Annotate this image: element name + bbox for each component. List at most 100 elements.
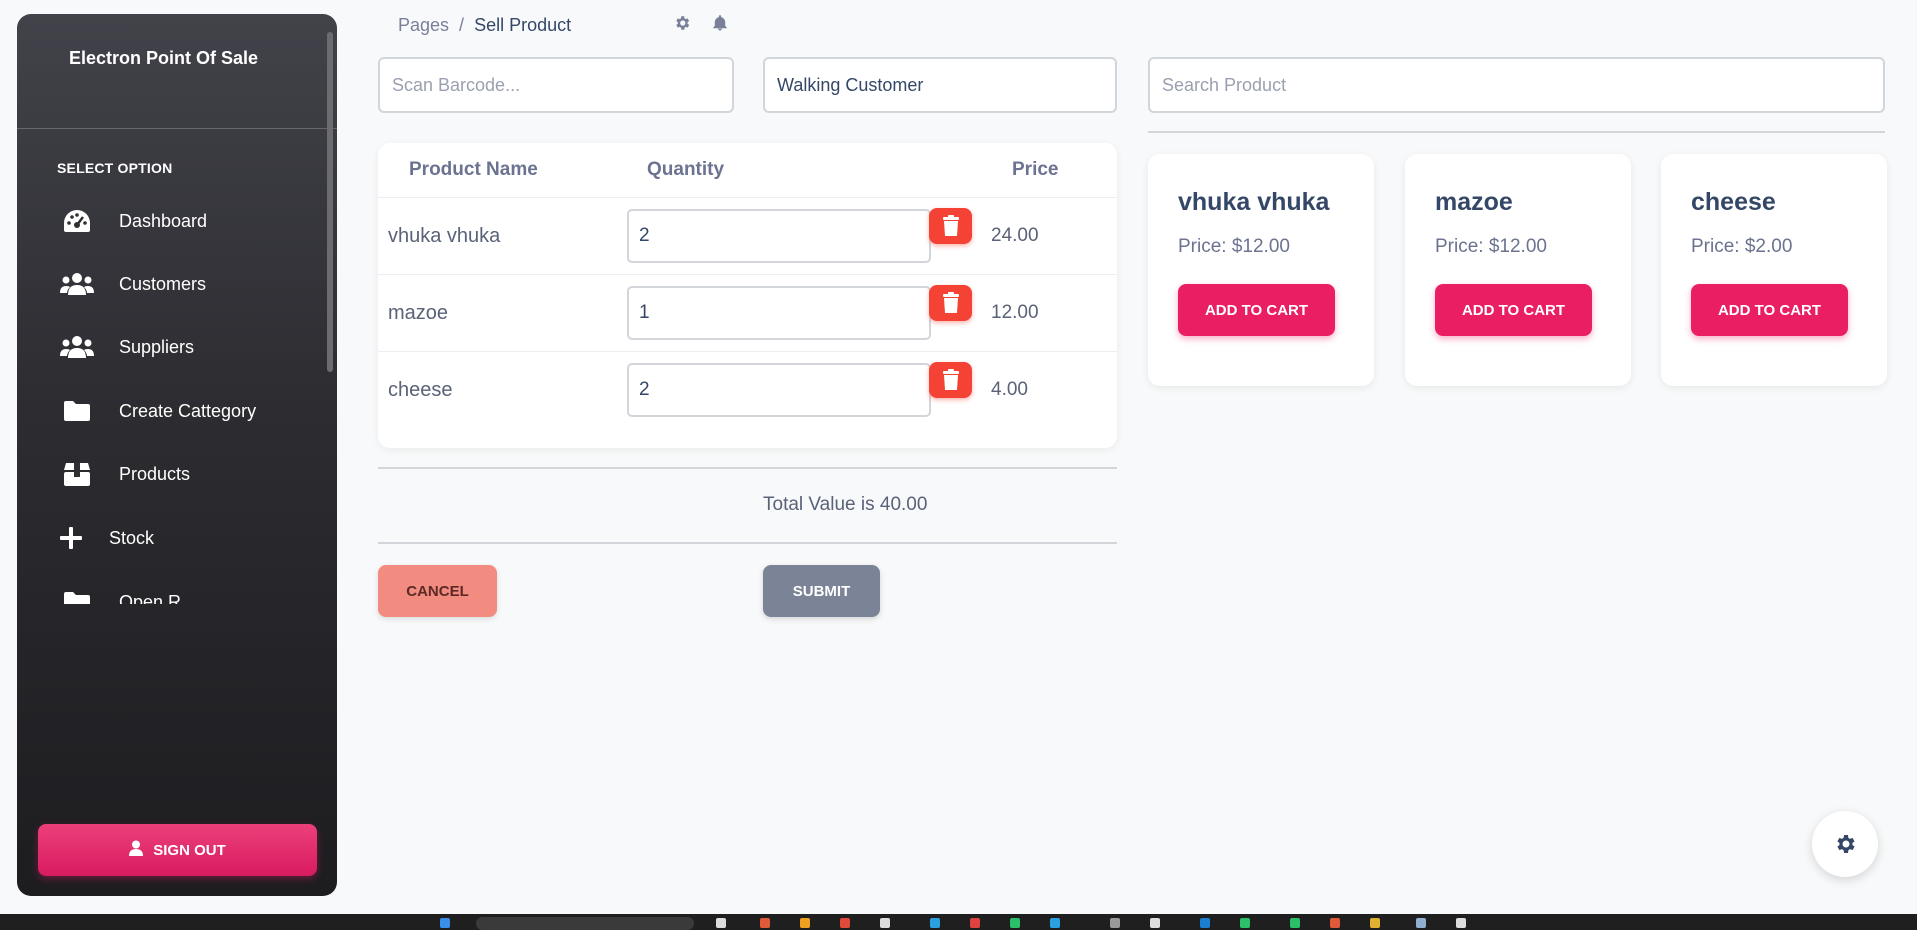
sidebar-item-label: Open R... bbox=[119, 591, 197, 605]
product-name: mazoe bbox=[1435, 188, 1513, 216]
submit-button[interactable]: SUBMIT bbox=[763, 565, 880, 617]
breadcrumb-separator: / bbox=[459, 15, 465, 35]
cart-item-name: mazoe bbox=[388, 302, 449, 324]
add-to-cart-button[interactable]: ADD TO CART bbox=[1178, 284, 1335, 336]
divider bbox=[17, 128, 337, 129]
sidebar-item-customers[interactable]: Customers bbox=[57, 262, 307, 306]
sidebar-item-open-register[interactable]: Open R... bbox=[57, 580, 307, 604]
product-name: vhuka vhuka bbox=[1178, 188, 1330, 216]
divider bbox=[378, 467, 1117, 469]
quantity-input[interactable] bbox=[627, 363, 931, 417]
search-product-input[interactable] bbox=[1148, 57, 1885, 113]
delete-button[interactable] bbox=[929, 208, 972, 244]
cart-table: Product Name Quantity Price vhuka vhuka … bbox=[378, 143, 1117, 448]
taskbar-app-icon[interactable] bbox=[1240, 918, 1250, 928]
column-header-quantity: Quantity bbox=[647, 159, 725, 180]
sign-out-label: SIGN OUT bbox=[153, 841, 226, 859]
sidebar-item-label: Create Cattegory bbox=[119, 400, 257, 421]
folder-icon bbox=[57, 395, 97, 427]
taskbar-app-icon[interactable] bbox=[930, 918, 940, 928]
taskbar-app-icon[interactable] bbox=[970, 918, 980, 928]
sidebar-nav: Dashboard Customers Suppliers Create Cat… bbox=[17, 190, 337, 604]
cart-item-name: cheese bbox=[388, 379, 453, 401]
bell-icon[interactable] bbox=[711, 14, 731, 34]
taskbar-app-icon[interactable] bbox=[716, 918, 726, 928]
cart-item-name: vhuka vhuka bbox=[388, 225, 501, 247]
sidebar-item-create-category[interactable]: Create Cattegory bbox=[57, 389, 307, 433]
sidebar-item-label: Products bbox=[119, 463, 191, 484]
gear-icon[interactable] bbox=[673, 14, 693, 34]
taskbar-app-icon[interactable] bbox=[1330, 918, 1340, 928]
breadcrumb-current: Sell Product bbox=[474, 15, 572, 35]
taskbar-app-icon[interactable] bbox=[800, 918, 810, 928]
box-icon bbox=[57, 458, 97, 490]
taskbar-app-icon[interactable] bbox=[1416, 918, 1426, 928]
add-to-cart-button[interactable]: ADD TO CART bbox=[1691, 284, 1848, 336]
trash-icon bbox=[942, 369, 959, 390]
breadcrumb: Pages / Sell Product bbox=[398, 15, 571, 36]
taskbar-app-icon[interactable] bbox=[1200, 918, 1210, 928]
customer-select[interactable] bbox=[763, 57, 1117, 113]
table-row: mazoe 12.00 bbox=[378, 274, 1117, 351]
delete-button[interactable] bbox=[929, 285, 972, 321]
taskbar-app-icon[interactable] bbox=[1110, 918, 1120, 928]
taskbar-app-icon[interactable] bbox=[1050, 918, 1060, 928]
product-card: cheese Price: $2.00 ADD TO CART bbox=[1661, 154, 1887, 386]
add-to-cart-button[interactable]: ADD TO CART bbox=[1435, 284, 1592, 336]
table-row: vhuka vhuka 24.00 bbox=[378, 197, 1117, 274]
product-price: Price: $12.00 bbox=[1435, 236, 1547, 257]
os-taskbar bbox=[0, 914, 1917, 930]
taskbar-app-icon[interactable] bbox=[1150, 918, 1160, 928]
taskbar-search[interactable] bbox=[476, 917, 694, 930]
dashboard-gauge-icon bbox=[57, 205, 97, 237]
divider bbox=[1148, 131, 1885, 133]
divider bbox=[378, 542, 1117, 544]
product-card: mazoe Price: $12.00 ADD TO CART bbox=[1405, 154, 1631, 386]
product-price: Price: $2.00 bbox=[1691, 236, 1793, 257]
cart-item-price: 12.00 bbox=[991, 302, 1039, 323]
taskbar-app-icon[interactable] bbox=[880, 918, 890, 928]
sidebar-item-suppliers[interactable]: Suppliers bbox=[57, 325, 307, 369]
breadcrumb-root[interactable]: Pages bbox=[398, 15, 449, 36]
sidebar-item-label: Dashboard bbox=[119, 210, 208, 231]
sidebar: Electron Point Of Sale SELECT OPTION Das… bbox=[17, 14, 337, 896]
taskbar-app-icon[interactable] bbox=[840, 918, 850, 928]
sidebar-item-label: Customers bbox=[119, 273, 207, 294]
cart-total: Total Value is 40.00 bbox=[763, 494, 928, 515]
table-row: cheese 4.00 bbox=[378, 351, 1117, 428]
app-window: Electron Point Of Sale SELECT OPTION Das… bbox=[0, 0, 1917, 930]
settings-fab-button[interactable] bbox=[1812, 811, 1878, 877]
users-icon bbox=[57, 331, 97, 363]
product-name: cheese bbox=[1691, 188, 1776, 216]
users-icon bbox=[57, 268, 97, 300]
delete-button[interactable] bbox=[929, 362, 972, 398]
section-label: SELECT OPTION bbox=[57, 160, 173, 176]
quantity-input[interactable] bbox=[627, 209, 931, 263]
trash-icon bbox=[942, 292, 959, 313]
cancel-button[interactable]: CANCEL bbox=[378, 565, 497, 617]
gear-icon bbox=[1837, 835, 1855, 853]
taskbar-app-icon[interactable] bbox=[760, 918, 770, 928]
barcode-input[interactable] bbox=[378, 57, 734, 113]
taskbar-app-icon[interactable] bbox=[1456, 918, 1466, 928]
taskbar-app-icon[interactable] bbox=[1290, 918, 1300, 928]
sign-out-button[interactable]: SIGN OUT bbox=[38, 824, 317, 876]
product-card: vhuka vhuka Price: $12.00 ADD TO CART bbox=[1148, 154, 1374, 386]
plus-icon bbox=[51, 522, 91, 554]
sidebar-item-dashboard[interactable]: Dashboard bbox=[57, 199, 307, 243]
product-price: Price: $12.00 bbox=[1178, 236, 1290, 257]
user-icon bbox=[129, 840, 144, 860]
trash-icon bbox=[942, 215, 959, 236]
sidebar-item-label: Stock bbox=[109, 527, 155, 548]
column-header-price: Price bbox=[1012, 159, 1059, 180]
sidebar-item-products[interactable]: Products bbox=[57, 452, 307, 496]
folder-icon bbox=[57, 586, 97, 604]
taskbar-app-icon[interactable] bbox=[1370, 918, 1380, 928]
quantity-input[interactable] bbox=[627, 286, 931, 340]
sidebar-item-stock[interactable]: Stock bbox=[57, 516, 307, 560]
app-brand[interactable]: Electron Point Of Sale bbox=[69, 48, 299, 69]
taskbar-app-icon[interactable] bbox=[1010, 918, 1020, 928]
windows-start-icon[interactable] bbox=[440, 918, 450, 928]
column-header-product-name: Product Name bbox=[409, 159, 538, 180]
cart-item-price: 24.00 bbox=[991, 225, 1039, 246]
